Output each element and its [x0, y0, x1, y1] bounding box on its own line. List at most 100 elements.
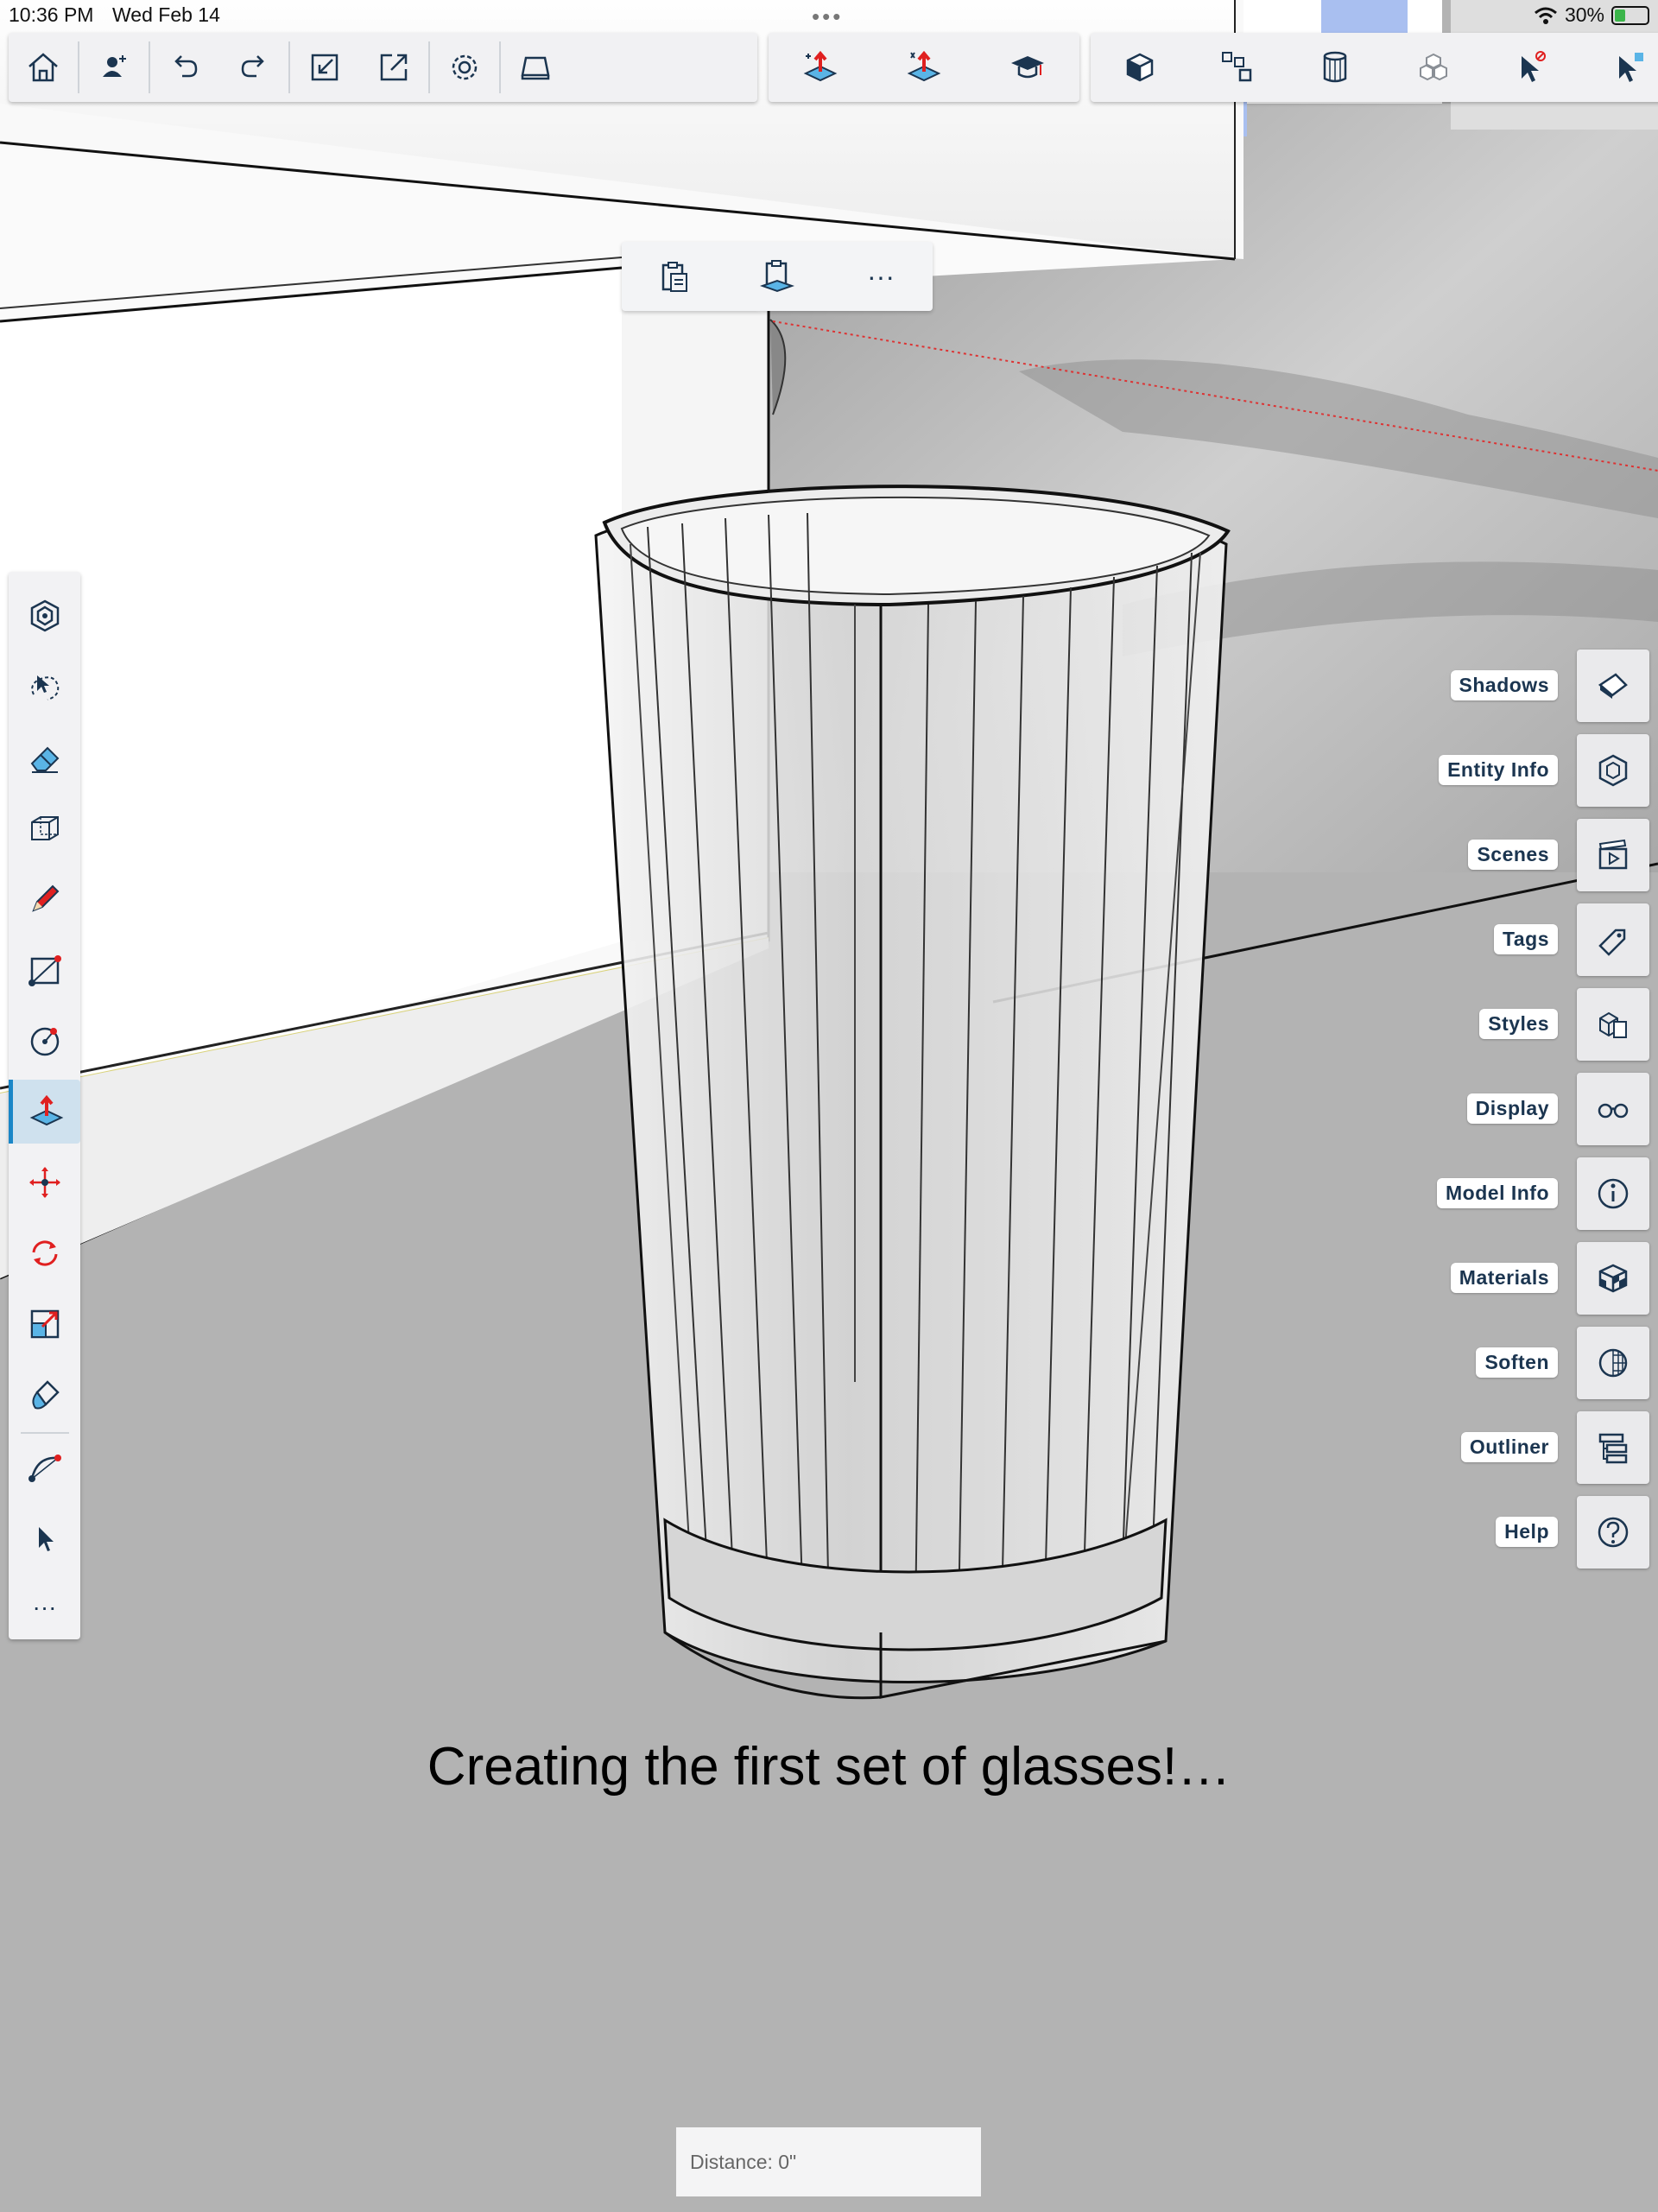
cubes-button[interactable] — [1399, 33, 1468, 102]
cubes-icon — [1419, 53, 1447, 81]
panel-label[interactable]: Entity Info — [1439, 755, 1558, 785]
push-pull-button[interactable] — [786, 33, 855, 102]
shadows-button[interactable] — [1577, 650, 1649, 722]
select-tool-icon — [1619, 53, 1644, 82]
rotate-icon — [32, 1240, 57, 1266]
panel-soften[interactable]: Soften — [1390, 1327, 1649, 1399]
more-icon: ··· — [32, 1594, 57, 1620]
more-button[interactable]: ··· — [838, 242, 924, 311]
status-bar: 10:36 PM Wed Feb 14 ••• 30% — [0, 0, 1658, 31]
box-select-icon — [30, 816, 59, 840]
extra-tool-button[interactable] — [1594, 33, 1658, 102]
panel-tags[interactable]: Tags — [1390, 903, 1649, 976]
tags-button[interactable] — [1577, 903, 1649, 976]
push-pull-alt-icon — [907, 50, 941, 82]
outliner-button[interactable] — [1577, 1411, 1649, 1484]
paste-icon — [661, 262, 687, 292]
export-button[interactable] — [359, 33, 428, 102]
display-button[interactable] — [1577, 1073, 1649, 1145]
panel-label[interactable]: Display — [1466, 1093, 1558, 1124]
pencil-tool[interactable] — [9, 867, 80, 931]
objects-toolbar — [1091, 33, 1658, 102]
model-info-button[interactable] — [1577, 1157, 1649, 1230]
tool-group-toolbar — [769, 33, 1079, 102]
home-button[interactable] — [9, 33, 78, 102]
paint-tool[interactable] — [9, 1363, 80, 1427]
box-button[interactable] — [1105, 33, 1174, 102]
scenes-button[interactable] — [1577, 819, 1649, 891]
view-button[interactable] — [501, 33, 570, 102]
select-box-tool[interactable] — [9, 796, 80, 860]
panel-shadows[interactable]: Shadows — [1390, 650, 1649, 722]
panel-materials[interactable]: Materials — [1390, 1242, 1649, 1315]
panel-styles[interactable]: Styles — [1390, 988, 1649, 1061]
arc-tool[interactable] — [9, 1436, 80, 1499]
push-pull-tool[interactable] — [9, 1080, 80, 1144]
eraser-tool[interactable] — [9, 726, 80, 789]
export-icon — [380, 54, 408, 81]
help-button[interactable] — [1577, 1496, 1649, 1569]
panel-label[interactable]: Help — [1496, 1517, 1558, 1547]
divider — [21, 1432, 69, 1434]
paste-in-place-icon — [759, 260, 795, 293]
redo-icon — [241, 55, 264, 78]
orbit-tool[interactable] — [9, 584, 80, 648]
redo-button[interactable] — [219, 33, 288, 102]
settings-button[interactable] — [430, 33, 499, 102]
move-tool[interactable] — [9, 1150, 80, 1214]
push-pull-icon — [803, 50, 838, 82]
entity-info-button[interactable] — [1577, 734, 1649, 807]
move-icon — [28, 1167, 60, 1198]
box-icon — [1126, 53, 1153, 82]
circle-tool[interactable] — [9, 1009, 80, 1073]
scale-tool[interactable] — [9, 1292, 80, 1356]
circle-icon — [30, 1027, 59, 1056]
learn-button[interactable] — [993, 33, 1062, 102]
rectangle-tool[interactable] — [9, 938, 80, 1002]
undo-icon — [174, 55, 198, 78]
paste-button[interactable] — [630, 242, 717, 311]
panel-label[interactable]: Model Info — [1437, 1178, 1558, 1208]
more-tools-button[interactable]: ··· — [9, 1575, 80, 1639]
paste-in-place-button[interactable] — [734, 242, 820, 311]
panel-scenes[interactable]: Scenes — [1390, 819, 1649, 891]
panel-help[interactable]: Help — [1390, 1496, 1649, 1569]
panel-label[interactable]: Shadows — [1450, 670, 1558, 700]
panel-outliner[interactable]: Outliner — [1390, 1411, 1649, 1484]
select-tool[interactable] — [9, 1506, 80, 1570]
help-icon — [1598, 1517, 1629, 1548]
lasso-tool[interactable] — [9, 655, 80, 719]
status-date: Wed Feb 14 — [112, 3, 220, 26]
context-toolbar: ··· — [622, 242, 933, 311]
measurement-box[interactable]: Distance: 0" — [676, 2127, 981, 2196]
components-button[interactable] — [1203, 33, 1272, 102]
panel-label[interactable]: Outliner — [1460, 1432, 1558, 1462]
styles-icon — [1599, 1011, 1627, 1038]
add-user-button[interactable] — [79, 33, 149, 102]
rotate-tool[interactable] — [9, 1221, 80, 1285]
panel-display[interactable]: Display — [1390, 1073, 1649, 1145]
import-button[interactable] — [290, 33, 359, 102]
panel-label[interactable]: Materials — [1450, 1263, 1558, 1293]
panel-entity-info[interactable]: Entity Info — [1390, 734, 1649, 807]
lasso-select-icon — [30, 675, 59, 700]
panel-label[interactable]: Styles — [1479, 1009, 1558, 1039]
multitask-dots[interactable]: ••• — [812, 3, 843, 30]
select-icon — [38, 1527, 54, 1551]
materials-button[interactable] — [1577, 1242, 1649, 1315]
import-icon — [311, 54, 339, 81]
scale-icon — [30, 1309, 59, 1339]
push-pull-alt-button[interactable] — [889, 33, 959, 102]
cylinder-button[interactable] — [1300, 33, 1370, 102]
pencil-icon — [31, 884, 59, 912]
panel-model-info[interactable]: Model Info — [1390, 1157, 1649, 1230]
undo-button[interactable] — [150, 33, 219, 102]
panel-label[interactable]: Tags — [1494, 924, 1558, 954]
styles-button[interactable] — [1577, 988, 1649, 1061]
soften-button[interactable] — [1577, 1327, 1649, 1399]
panel-label[interactable]: Scenes — [1468, 840, 1558, 870]
panel-label[interactable]: Soften — [1476, 1347, 1558, 1378]
select-none-button[interactable] — [1497, 33, 1566, 102]
paint-icon — [31, 1380, 60, 1410]
main-toolbar — [9, 33, 757, 102]
